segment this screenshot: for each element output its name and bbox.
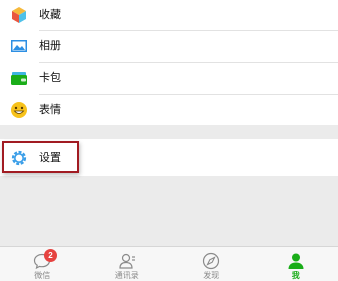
smiley-icon bbox=[11, 102, 27, 118]
tab-label: 我 bbox=[291, 271, 300, 280]
tab-label: 发现 bbox=[203, 271, 220, 280]
tab-chats[interactable]: 2 微信 bbox=[0, 247, 85, 281]
photo-icon bbox=[11, 40, 27, 52]
tab-label: 通讯录 bbox=[114, 271, 139, 280]
menu-item-label: 收藏 bbox=[39, 8, 61, 21]
menu-item-album[interactable]: 相册 bbox=[0, 31, 338, 61]
compass-icon bbox=[203, 252, 220, 270]
menu-item-label: 卡包 bbox=[39, 71, 61, 84]
tab-discover[interactable]: 发现 bbox=[169, 247, 254, 281]
menu-group-top: 收藏 相册 卡包 表情 bbox=[0, 0, 338, 125]
contacts-icon bbox=[119, 253, 135, 269]
card-wallet-icon bbox=[11, 72, 27, 85]
tab-label: 微信 bbox=[34, 271, 51, 280]
settings-highlight-box bbox=[2, 141, 79, 173]
menu-item-label: 相册 bbox=[39, 39, 61, 52]
tab-contacts[interactable]: 通讯录 bbox=[85, 247, 170, 281]
menu-item-stickers[interactable]: 表情 bbox=[0, 95, 338, 125]
person-icon bbox=[288, 253, 304, 269]
tab-me[interactable]: 我 bbox=[254, 247, 338, 281]
cube-icon bbox=[12, 7, 26, 23]
bottom-tab-bar: 2 微信 通讯录 发现 我 bbox=[0, 246, 338, 281]
menu-item-cards[interactable]: 卡包 bbox=[0, 63, 338, 93]
unread-badge: 2 bbox=[44, 249, 57, 262]
menu-item-label: 表情 bbox=[39, 103, 61, 116]
menu-item-favorites[interactable]: 收藏 bbox=[0, 0, 338, 30]
